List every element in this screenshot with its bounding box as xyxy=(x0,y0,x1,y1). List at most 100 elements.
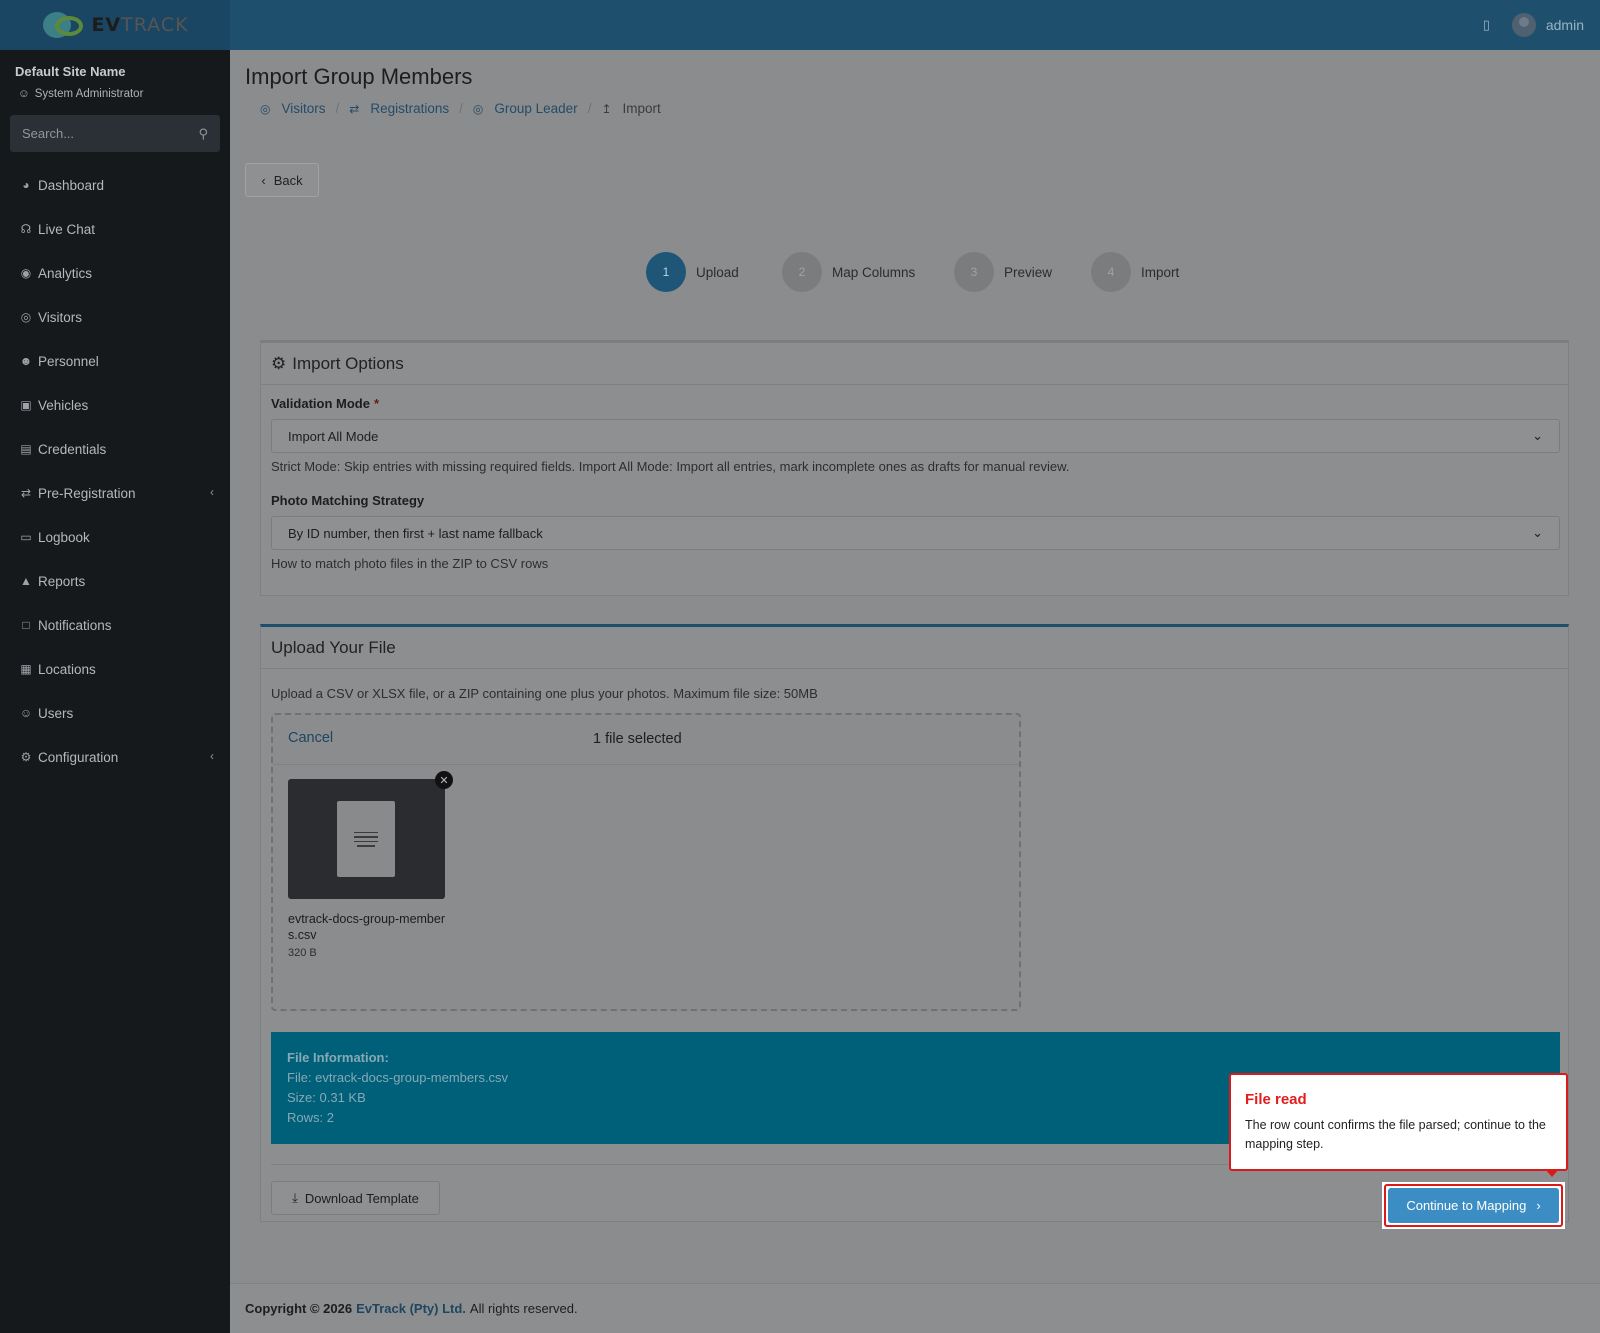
door-icon[interactable]: ▯ xyxy=(1483,17,1490,33)
guide-tooltip: File read The row count confirms the fil… xyxy=(1229,1073,1568,1171)
back-button[interactable]: ‹ Back xyxy=(245,163,319,197)
selected-count: 1 file selected xyxy=(593,731,682,747)
file-dropzone[interactable]: Cancel 1 file selected ✕ evtrack-docs-gr… xyxy=(271,713,1021,1011)
page-title: Import Group Members xyxy=(245,64,473,89)
sidebar-item-personnel[interactable]: ☻ Personnel xyxy=(0,339,230,383)
photo-strategy-label: Photo Matching Strategy xyxy=(271,493,425,508)
sidebar-item-notifications[interactable]: □ Notifications xyxy=(0,603,230,647)
import-stepper: 1 Upload 2 Map Columns 3 Preview 4 Impor… xyxy=(230,252,1600,292)
step-number: 4 xyxy=(1091,252,1131,292)
headset-icon: ☊ xyxy=(20,222,32,236)
user-icon: ☺ xyxy=(18,88,30,100)
sidebar-item-reports[interactable]: ▲ Reports xyxy=(0,559,230,603)
target-icon: ◉ xyxy=(20,266,32,280)
dropzone-header: Cancel 1 file selected xyxy=(273,715,1019,765)
user-name: admin xyxy=(1545,17,1584,33)
file-size: 320 B xyxy=(288,947,317,959)
card-header: Upload Your File xyxy=(261,627,1568,669)
remove-file-icon[interactable]: ✕ xyxy=(435,771,453,789)
tooltip-pointer xyxy=(1545,1169,1559,1177)
breadcrumb: ◎ Visitors / ⇄ Registrations / ◎ Group Lead… xyxy=(260,101,661,116)
id-card-icon: ▤ xyxy=(20,442,32,456)
import-options-card: ⚙ Import Options Validation Mode * Import… xyxy=(260,340,1569,596)
step-number: 3 xyxy=(954,252,994,292)
book-icon: ▭ xyxy=(20,530,32,544)
sidebar-nav: ◕ Dashboard ☊ Live Chat ◉ Analytics ◎ Visito… xyxy=(0,163,230,779)
file-name: evtrack-docs-group-members.csv xyxy=(288,912,445,942)
cancel-upload-link[interactable]: Cancel xyxy=(288,730,333,746)
file-thumbnail xyxy=(288,779,445,899)
step-upload: 1 Upload xyxy=(646,252,739,292)
step-number: 1 xyxy=(646,252,686,292)
step-label: Preview xyxy=(1004,264,1053,280)
sidebar-item-vehicles[interactable]: ▣ Vehicles xyxy=(0,383,230,427)
sidebar-item-logbook[interactable]: ▭ Logbook xyxy=(0,515,230,559)
sidebar-item-users[interactable]: ☺ Users xyxy=(0,691,230,735)
user-menu[interactable]: admin xyxy=(1511,13,1584,37)
brand-wordmark: EVTRACK xyxy=(91,14,189,36)
step-number: 2 xyxy=(782,252,822,292)
sidebar-item-visitors[interactable]: ◎ Visitors xyxy=(0,295,230,339)
gear-icon: ⚙ xyxy=(20,750,32,764)
tooltip-title: File read xyxy=(1245,1091,1307,1108)
eye-icon: ◎ xyxy=(260,101,271,116)
breadcrumb-import: Import xyxy=(622,101,661,116)
sidebar-item-configuration[interactable]: ⚙ Configuration ‹ xyxy=(0,735,230,779)
document-icon xyxy=(337,801,395,877)
download-icon: ⤓ xyxy=(292,1190,298,1205)
gear-icon: ⚙ xyxy=(271,353,287,373)
sidebar-search-input[interactable]: Search... ⚲ xyxy=(10,115,220,152)
car-icon: ▣ xyxy=(20,398,32,412)
sidebar-item-locations[interactable]: ▦ Locations xyxy=(0,647,230,691)
sidebar-item-credentials[interactable]: ▤ Credentials xyxy=(0,427,230,471)
search-icon[interactable]: ⚲ xyxy=(198,126,208,142)
card-header: ⚙ Import Options xyxy=(261,343,1568,385)
validation-mode-select[interactable]: Import All Mode ⌄ xyxy=(271,419,1560,453)
chevron-down-icon: ⌄ xyxy=(1532,428,1543,443)
chart-icon: ▲ xyxy=(20,574,32,588)
breadcrumb-visitors[interactable]: Visitors xyxy=(281,101,325,116)
swap-icon: ⇄ xyxy=(20,486,32,500)
footer: Copyright © 2026 EvTrack (Pty) Ltd. All … xyxy=(230,1283,1600,1333)
gauge-icon: ◕ xyxy=(22,178,30,192)
user-role: ☺ System Administrator xyxy=(18,88,144,100)
user-gear-icon: ☺ xyxy=(19,706,33,720)
avatar xyxy=(1511,13,1536,37)
tooltip-body: The row count confirms the file parsed; … xyxy=(1245,1118,1546,1151)
chat-icon: □ xyxy=(22,618,30,632)
chevron-left-icon: ‹ xyxy=(261,172,266,188)
photo-help-text: How to match photo files in the ZIP to C… xyxy=(271,556,549,571)
chevron-down-icon: ⌄ xyxy=(1532,525,1543,540)
sidebar-item-live-chat[interactable]: ☊ Live Chat xyxy=(0,207,230,251)
step-map-columns: 2 Map Columns xyxy=(782,252,915,292)
site-name: Default Site Name xyxy=(15,64,126,79)
chevron-left-icon: ‹ xyxy=(210,485,214,499)
validation-help-text: Strict Mode: Skip entries with missing r… xyxy=(271,459,1070,474)
highlight-ring xyxy=(1384,1184,1563,1227)
upload-icon: ↥ xyxy=(601,101,612,116)
breadcrumb-group-leader[interactable]: Group Leader xyxy=(494,101,577,116)
sidebar-item-analytics[interactable]: ◉ Analytics xyxy=(0,251,230,295)
step-label: Import xyxy=(1141,264,1180,280)
download-template-button[interactable]: ⤓ Download Template xyxy=(271,1181,440,1215)
sidebar-item-dashboard[interactable]: ◕ Dashboard xyxy=(0,163,230,207)
brand-logo[interactable]: EVTRACK xyxy=(0,0,230,50)
step-label: Upload xyxy=(696,264,739,280)
breadcrumb-registrations[interactable]: Registrations xyxy=(370,101,449,116)
copyright-text: Copyright © 2026 xyxy=(245,1301,353,1316)
sidebar: Default Site Name ☺ System Administrator… xyxy=(0,50,230,1333)
step-label: Map Columns xyxy=(832,264,916,280)
users-icon: ☻ xyxy=(19,354,33,368)
photo-strategy-select[interactable]: By ID number, then first + last name fal… xyxy=(271,516,1560,550)
step-preview: 3 Preview xyxy=(954,252,1052,292)
top-navbar: EVTRACK ▯ admin xyxy=(0,0,1600,50)
upload-help-text: Upload a CSV or XLSX file, or a ZIP cont… xyxy=(271,686,818,701)
logo-mark-icon xyxy=(41,10,85,40)
file-info-title: File Information: xyxy=(287,1050,389,1065)
validation-mode-label: Validation Mode * xyxy=(271,396,380,411)
chevron-left-icon: ‹ xyxy=(210,749,214,763)
company-link[interactable]: EvTrack (Pty) Ltd. xyxy=(356,1301,466,1316)
sidebar-item-pre-registration[interactable]: ⇄ Pre-Registration ‹ xyxy=(0,471,230,515)
map-icon: ▦ xyxy=(20,662,32,676)
eye-icon: ◎ xyxy=(472,101,484,116)
